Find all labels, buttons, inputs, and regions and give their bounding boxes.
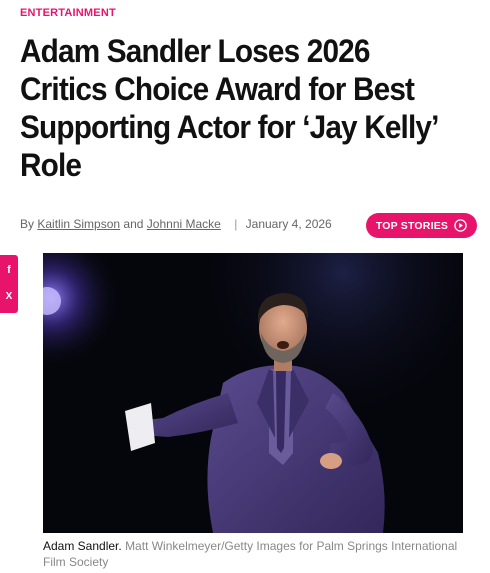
facebook-icon: f	[7, 264, 11, 276]
facebook-share-button[interactable]: f	[0, 259, 18, 281]
x-icon: X	[5, 290, 13, 302]
photo-caption: Adam Sandler. Matt Winkelmeyer/Getty Ima…	[43, 538, 463, 570]
category-link[interactable]: ENTERTAINMENT	[20, 7, 116, 19]
article-photo	[43, 253, 463, 533]
publish-date: January 4, 2026	[245, 217, 332, 231]
byline-connector: and	[123, 217, 144, 231]
byline-separator: |	[234, 217, 238, 231]
author-link-johnni-macke[interactable]: Johnni Macke	[147, 217, 221, 231]
byline-prefix: By	[20, 217, 35, 231]
author-link-kaitlin-simpson[interactable]: Kaitlin Simpson	[37, 217, 120, 231]
x-share-button[interactable]: X	[0, 285, 18, 307]
top-stories-button[interactable]: TOP STORIES	[366, 213, 477, 238]
article-headline: Adam Sandler Loses 2026 Critics Choice A…	[20, 33, 438, 183]
caption-subject: Adam Sandler.	[43, 539, 122, 553]
share-rail: f X	[0, 255, 18, 313]
byline: By Kaitlin Simpson and Johnni Macke | Ja…	[20, 217, 350, 231]
top-stories-label: TOP STORIES	[375, 219, 449, 232]
photo-illustration	[43, 253, 463, 533]
play-circle-icon	[454, 219, 467, 232]
